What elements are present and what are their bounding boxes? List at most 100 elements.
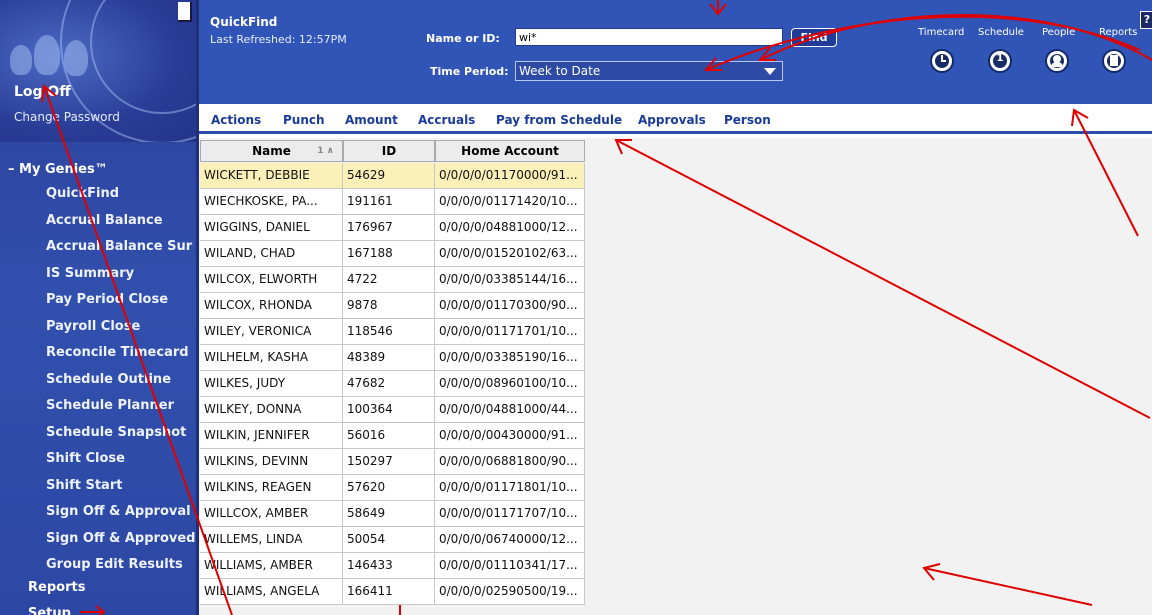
cell-home-account: 0/0/0/0/04881000/12...	[435, 215, 585, 240]
table-row[interactable]: WICKETT, DEBBIE 54629 0/0/0/0/01170000/91.…	[200, 163, 585, 189]
sidebar-item-is-summary[interactable]: IS Summary	[46, 266, 134, 281]
column-header-name[interactable]: Name 1 ∧	[200, 140, 343, 162]
sidebar-item-schedule-snapshot[interactable]: Schedule Snapshot	[46, 425, 186, 440]
find-button[interactable]: Find	[791, 28, 837, 47]
name-label: Name or ID:	[426, 32, 500, 45]
cell-name: WIECHKOSKE, PA...	[200, 189, 343, 214]
table-row[interactable]: WILCOX, RHONDA 9878 0/0/0/0/01170300/90...	[200, 293, 585, 319]
cell-id: 118546	[343, 319, 435, 344]
people-person-icon[interactable]	[1045, 49, 1069, 73]
cell-id: 50054	[343, 527, 435, 552]
cell-home-account: 0/0/0/0/00430000/91...	[435, 423, 585, 448]
column-header-home-account[interactable]: Home Account	[435, 140, 585, 162]
reports-link[interactable]: Reports	[1099, 27, 1137, 38]
cell-name: WILLCOX, AMBER	[200, 501, 343, 526]
time-period-select[interactable]: Week to Date	[515, 61, 783, 81]
timecard-clock-icon[interactable]	[930, 49, 954, 73]
table-row[interactable]: WILEY, VERONICA 118546 0/0/0/0/01171701/10…	[200, 319, 585, 345]
sidebar-item-sign-off-approved[interactable]: Sign Off & Approved	[46, 531, 196, 546]
menu-actions[interactable]: Actions	[211, 113, 261, 127]
cell-home-account: 0/0/0/0/01170000/91...	[435, 163, 585, 188]
cell-name: WILAND, CHAD	[200, 241, 343, 266]
cell-home-account: 0/0/0/0/01520102/63...	[435, 241, 585, 266]
table-row[interactable]: WIGGINS, DANIEL 176967 0/0/0/0/04881000/12…	[200, 215, 585, 241]
sidebar-item-shift-close[interactable]: Shift Close	[46, 451, 125, 466]
help-icon[interactable]: ?	[1140, 11, 1152, 29]
table-row[interactable]: WILAND, CHAD 167188 0/0/0/0/01520102/63...	[200, 241, 585, 267]
cell-id: 167188	[343, 241, 435, 266]
table-row[interactable]: WILLCOX, AMBER 58649 0/0/0/0/01171707/10..…	[200, 501, 585, 527]
table-row[interactable]: WILKINS, DEVINN 150297 0/0/0/0/06881800/90…	[200, 449, 585, 475]
timecard-link[interactable]: Timecard	[918, 27, 964, 38]
menu-person[interactable]: Person	[724, 113, 771, 127]
quickfind-header	[199, 0, 1152, 104]
sidebar-item-reconcile-timecard[interactable]: Reconcile Timecard	[46, 345, 189, 360]
my-genies-section[interactable]: – My Genies™	[8, 162, 108, 177]
cell-id: 4722	[343, 267, 435, 292]
cell-home-account: 0/0/0/0/02590500/19...	[435, 579, 585, 604]
schedule-calendar-icon[interactable]: 1	[988, 49, 1012, 73]
cell-id: 57620	[343, 475, 435, 500]
sidebar-item-accrual-balance-sur[interactable]: Accrual Balance Sur	[46, 239, 192, 254]
column-header-label: Name	[252, 144, 291, 158]
cell-id: 100364	[343, 397, 435, 422]
sort-indicator: 1 ∧	[317, 146, 334, 156]
cell-name: WILKINS, DEVINN	[200, 449, 343, 474]
cell-id: 191161	[343, 189, 435, 214]
table-row[interactable]: WILKIN, JENNIFER 56016 0/0/0/0/00430000/91…	[200, 423, 585, 449]
column-header-id[interactable]: ID	[343, 140, 435, 162]
table-row[interactable]: WILCOX, ELWORTH 4722 0/0/0/0/03385144/16..…	[200, 267, 585, 293]
cell-home-account: 0/0/0/0/01171801/10...	[435, 475, 585, 500]
cell-name: WICKETT, DEBBIE	[200, 163, 343, 188]
sidebar-item-pay-period-close[interactable]: Pay Period Close	[46, 292, 168, 307]
schedule-link[interactable]: Schedule	[978, 27, 1024, 38]
table-row[interactable]: WILHELM, KASHA 48389 0/0/0/0/03385190/16..…	[200, 345, 585, 371]
sidebar-item-schedule-outline[interactable]: Schedule Outline	[46, 372, 171, 387]
cell-id: 47682	[343, 371, 435, 396]
sidebar-item-quickfind[interactable]: QuickFind	[46, 186, 119, 201]
cell-name: WILLIAMS, AMBER	[200, 553, 343, 578]
table-row[interactable]: WILLEMS, LINDA 50054 0/0/0/0/06740000/12..…	[200, 527, 585, 553]
menu-amount[interactable]: Amount	[345, 113, 398, 127]
cell-home-account: 0/0/0/0/01170300/90...	[435, 293, 585, 318]
table-row[interactable]: WILLIAMS, ANGELA 166411 0/0/0/0/02590500/1…	[200, 579, 585, 605]
menu-approvals[interactable]: Approvals	[638, 113, 706, 127]
menu-accruals[interactable]: Accruals	[418, 113, 475, 127]
sidebar-item-reports[interactable]: Reports	[28, 580, 85, 595]
chevron-down-icon	[764, 68, 776, 75]
sidebar-item-payroll-close[interactable]: Payroll Close	[46, 319, 140, 334]
sidebar-item-schedule-planner[interactable]: Schedule Planner	[46, 398, 174, 413]
cell-home-account: 0/0/0/0/01171701/10...	[435, 319, 585, 344]
change-password-link[interactable]: Change Password	[14, 110, 120, 124]
menu-pay-from-schedule[interactable]: Pay from Schedule	[496, 113, 622, 127]
reports-document-icon[interactable]	[1102, 49, 1126, 73]
table-row[interactable]: WILLIAMS, AMBER 146433 0/0/0/0/01110341/17…	[200, 553, 585, 579]
collapse-icon[interactable]	[178, 2, 192, 22]
sidebar-item-sign-off-approval[interactable]: Sign Off & Approval	[46, 504, 191, 519]
cell-id: 166411	[343, 579, 435, 604]
people-graphic-icon	[34, 35, 60, 75]
cell-name: WILLIAMS, ANGELA	[200, 579, 343, 604]
table-row[interactable]: WILKINS, REAGEN 57620 0/0/0/0/01171801/10.…	[200, 475, 585, 501]
menu-punch[interactable]: Punch	[283, 113, 325, 127]
cell-name: WILKINS, REAGEN	[200, 475, 343, 500]
page-title: QuickFind	[210, 15, 278, 29]
people-graphic-icon	[10, 45, 32, 75]
cell-name: WILKES, JUDY	[200, 371, 343, 396]
people-graphic-icon	[64, 40, 88, 76]
cell-home-account: 0/0/0/0/01110341/17...	[435, 553, 585, 578]
sidebar-item-shift-start[interactable]: Shift Start	[46, 478, 122, 493]
cell-home-account: 0/0/0/0/03385144/16...	[435, 267, 585, 292]
cell-home-account: 0/0/0/0/08960100/10...	[435, 371, 585, 396]
logoff-link[interactable]: Log Off	[14, 84, 71, 100]
cell-name: WILEY, VERONICA	[200, 319, 343, 344]
people-link[interactable]: People	[1042, 27, 1075, 38]
table-row[interactable]: WILKEY, DONNA 100364 0/0/0/0/04881000/44..…	[200, 397, 585, 423]
name-or-id-input[interactable]: wi*	[515, 28, 783, 46]
table-row[interactable]: WILKES, JUDY 47682 0/0/0/0/08960100/10...	[200, 371, 585, 397]
sidebar-item-group-edit-results[interactable]: Group Edit Results	[46, 557, 183, 572]
cell-name: WILKEY, DONNA	[200, 397, 343, 422]
sidebar-item-setup[interactable]: Setup	[28, 606, 71, 615]
table-row[interactable]: WIECHKOSKE, PA... 191161 0/0/0/0/01171420/…	[200, 189, 585, 215]
sidebar-item-accrual-balance[interactable]: Accrual Balance	[46, 213, 163, 228]
